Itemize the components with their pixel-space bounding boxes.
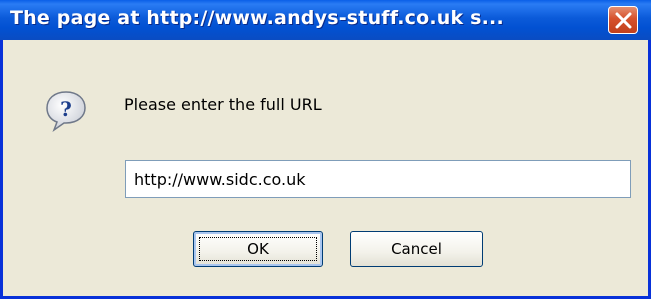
window-title: The page at http://www.andys-stuff.co.uk… — [10, 7, 504, 29]
cancel-button-label: Cancel — [391, 240, 442, 258]
prompt-message: Please enter the full URL — [124, 95, 322, 114]
cancel-button[interactable]: Cancel — [350, 231, 483, 267]
close-button[interactable] — [608, 6, 638, 34]
dialog-body: ? Please enter the full URL OK Cancel — [3, 40, 648, 296]
focus-indicator — [199, 237, 317, 261]
question-icon: ? — [44, 89, 88, 133]
prompt-dialog: The page at http://www.andys-stuff.co.uk… — [0, 0, 651, 299]
url-input[interactable] — [125, 160, 631, 198]
title-bar[interactable]: The page at http://www.andys-stuff.co.uk… — [0, 0, 651, 40]
svg-text:?: ? — [60, 97, 72, 121]
ok-button[interactable]: OK — [193, 231, 323, 267]
